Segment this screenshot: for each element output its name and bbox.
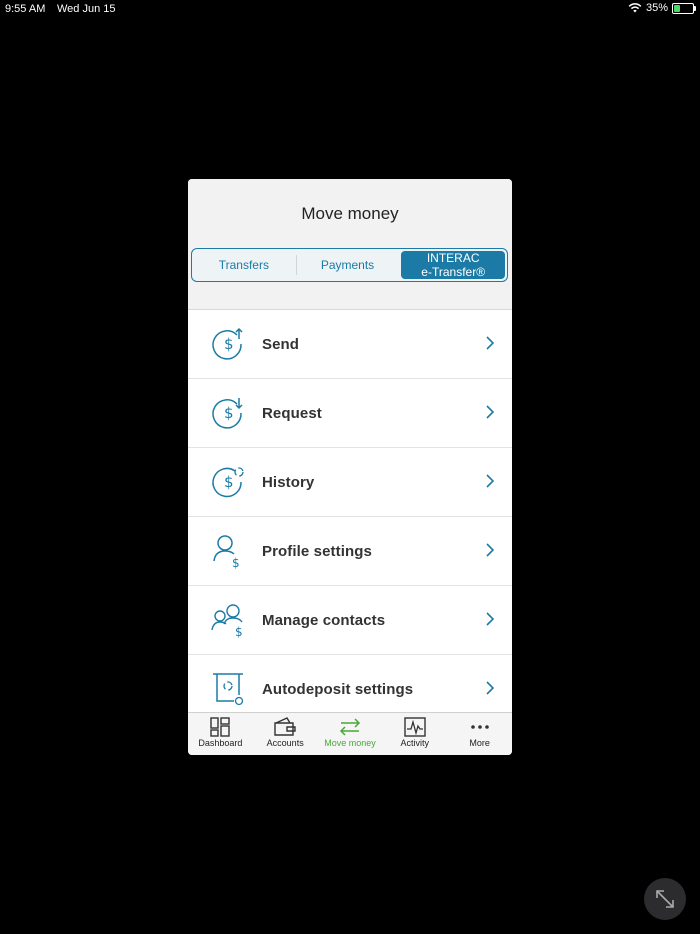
modal-header: Move money Transfers Payments INTERAC e-…: [188, 179, 512, 310]
tab-interac-etransfer[interactable]: INTERAC e-Transfer®: [401, 251, 506, 279]
tab-transfers[interactable]: Transfers: [192, 249, 296, 281]
autodeposit-icon: [208, 669, 248, 709]
list-item-label: Request: [262, 404, 322, 422]
tab-interac-line2: e-Transfer®: [421, 265, 486, 279]
battery-level: [674, 4, 680, 12]
tab-label: Accounts: [266, 738, 304, 748]
list-item-label: Manage contacts: [262, 611, 386, 629]
tab-interac-line1: INTERAC: [426, 251, 480, 265]
chevron-right-icon: [486, 612, 494, 626]
modal-title: Move money: [301, 204, 399, 223]
tab-payments[interactable]: Payments: [295, 249, 400, 281]
segmented-control: Transfers Payments INTERAC e-Transfer®: [191, 248, 508, 282]
dollar-history-icon: $: [208, 462, 248, 502]
chevron-right-icon: [486, 405, 494, 419]
list-item-request[interactable]: $ Request: [188, 379, 512, 448]
battery-percent: 35%: [645, 2, 668, 14]
chevron-right-icon: [486, 543, 494, 557]
dollar-send-icon: $: [208, 324, 248, 364]
tab-dashboard[interactable]: Dashboard: [188, 713, 253, 755]
status-date: Wed Jun 15: [57, 3, 116, 15]
tab-label: Activity: [400, 738, 430, 748]
expand-arrows-icon: [656, 890, 674, 908]
more-dots-icon: [470, 725, 489, 729]
etransfer-options-list: $ Send $ Request $ History $ Profile set…: [188, 309, 512, 713]
list-item-autodeposit-settings[interactable]: Autodeposit settings: [188, 655, 512, 713]
chevron-right-icon: [486, 474, 494, 488]
svg-text:$: $: [235, 625, 243, 638]
list-item-label: Autodeposit settings: [262, 680, 414, 698]
list-item-label: Profile settings: [262, 542, 372, 560]
list-item-send[interactable]: $ Send: [188, 310, 512, 379]
chevron-right-icon: [486, 681, 494, 695]
svg-text:$: $: [232, 556, 240, 569]
svg-text:$: $: [224, 473, 234, 491]
svg-text:$: $: [224, 404, 234, 422]
wallet-icon: [274, 717, 296, 736]
status-bar: 9:55 AM Wed Jun 15 35%: [0, 0, 700, 18]
tab-accounts[interactable]: Accounts: [253, 713, 318, 755]
svg-text:$: $: [224, 335, 234, 353]
expand-button[interactable]: [644, 878, 686, 920]
chevron-right-icon: [486, 336, 494, 350]
tab-move-money[interactable]: Move money: [318, 713, 383, 755]
transfer-arrows-icon: [339, 718, 361, 736]
list-item-label: Send: [262, 335, 300, 353]
tab-more[interactable]: More: [447, 713, 512, 755]
contacts-dollar-icon: $: [208, 600, 248, 640]
list-item-profile-settings[interactable]: $ Profile settings: [188, 517, 512, 586]
tab-label: Move money: [324, 738, 376, 748]
dollar-request-icon: $: [208, 393, 248, 433]
tab-label: Dashboard: [198, 738, 243, 748]
dashboard-icon: [210, 717, 231, 737]
move-money-modal: Move money Transfers Payments INTERAC e-…: [188, 179, 512, 755]
list-item-label: History: [262, 473, 315, 491]
list-item-manage-contacts[interactable]: $ Manage contacts: [188, 586, 512, 655]
profile-dollar-icon: $: [208, 531, 248, 571]
tab-activity[interactable]: Activity: [382, 713, 447, 755]
status-time: 9:55 AM: [5, 3, 46, 15]
wifi-icon: [628, 3, 642, 13]
activity-chart-icon: [404, 717, 426, 737]
battery-icon: [672, 2, 696, 14]
tab-label: More: [469, 738, 490, 748]
list-item-history[interactable]: $ History: [188, 448, 512, 517]
status-right: 35%: [628, 2, 696, 14]
bottom-tab-bar: Dashboard Accounts Move money Activity M…: [188, 712, 512, 755]
